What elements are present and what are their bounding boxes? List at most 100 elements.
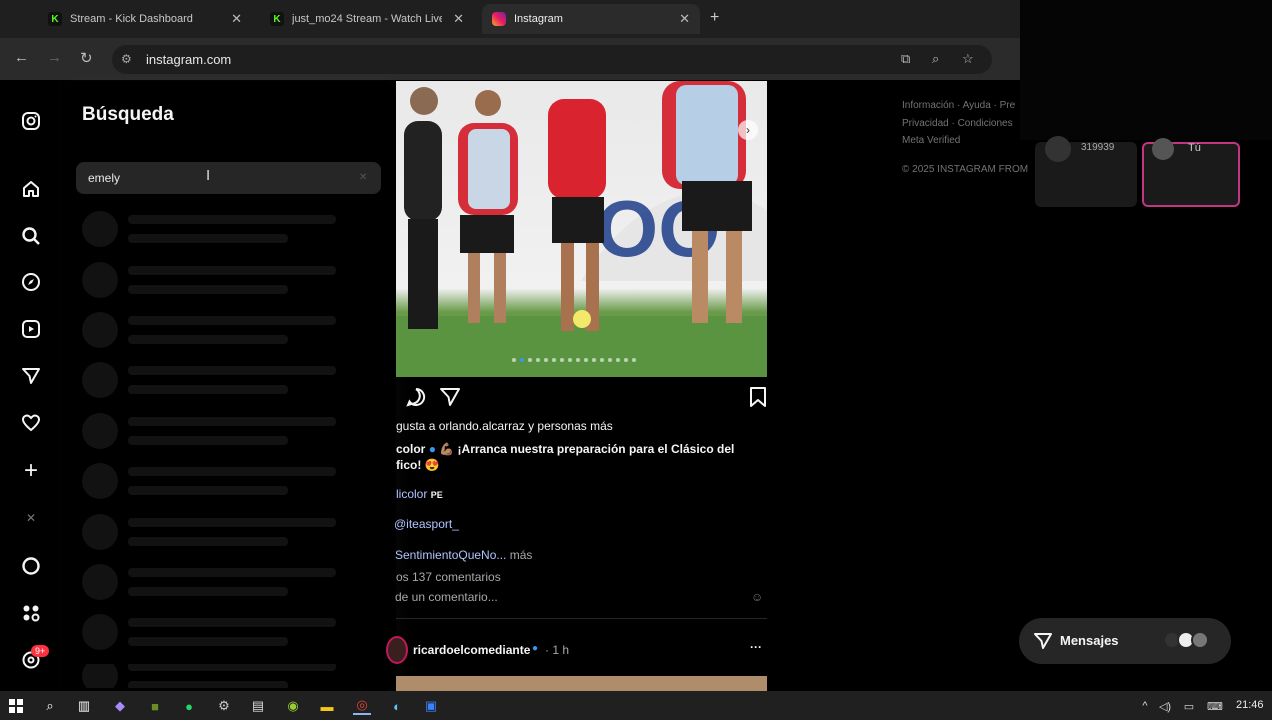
caption-username[interactable]: color	[396, 442, 425, 456]
search-result-skeleton	[82, 614, 336, 650]
tab-kick-dashboard[interactable]: K Stream - Kick Dashboard ✕	[38, 4, 252, 34]
kick-icon: K	[270, 12, 284, 26]
volume-icon[interactable]: ◁)	[1156, 697, 1174, 715]
instagram-icon	[492, 12, 506, 26]
network-icon[interactable]: ▭	[1180, 697, 1198, 715]
more-apps-icon[interactable]	[20, 602, 42, 624]
forward-icon[interactable]: →	[47, 49, 62, 66]
threads-icon[interactable]	[20, 555, 42, 577]
whatsapp-icon[interactable]: ●	[180, 697, 198, 715]
post-photo-players: OO	[396, 81, 767, 377]
reels-icon[interactable]	[20, 318, 42, 340]
kick-icon: K	[48, 12, 62, 26]
post-divider	[396, 618, 767, 619]
search-result-skeleton	[82, 211, 336, 247]
taskbar-clock[interactable]: 21:46	[1236, 699, 1264, 711]
tab-title: just_mo24 Stream - Watch Live	[292, 13, 442, 25]
comment-icon[interactable]	[405, 386, 427, 413]
search-result-skeleton	[82, 564, 336, 600]
keyboard-icon[interactable]: ⌨	[1206, 697, 1224, 715]
task-view-icon[interactable]: ▥	[75, 697, 93, 715]
share-icon[interactable]	[439, 386, 461, 413]
text-cursor-icon: I	[206, 167, 211, 184]
story-avatar	[1045, 136, 1071, 162]
search-input[interactable]	[76, 162, 381, 194]
search-icon[interactable]	[20, 225, 42, 247]
footer-links-3[interactable]: Meta Verified	[902, 135, 960, 146]
mention-suffix: PE	[430, 490, 443, 500]
notification-badge: 9+	[31, 645, 50, 657]
install-app-icon[interactable]: ⧉	[901, 51, 910, 67]
emoji-icon[interactable]: ☺	[751, 590, 763, 604]
post-avatar[interactable]	[386, 636, 408, 664]
explore-icon[interactable]	[20, 271, 42, 293]
app-icon[interactable]: ◉	[284, 697, 302, 715]
tray-chevron-icon[interactable]: ^	[1136, 697, 1154, 715]
caption-mention-line: licolor PE	[396, 487, 443, 501]
home-icon[interactable]	[20, 178, 42, 200]
search-panel-title: Búsqueda	[82, 104, 174, 125]
site-info-icon[interactable]: ⚙	[121, 52, 132, 66]
next-image-arrow-icon[interactable]: ›	[738, 120, 758, 140]
your-story-avatar	[1152, 138, 1174, 160]
post2-time: · 1 h	[545, 643, 570, 657]
more-link[interactable]: más	[510, 548, 533, 562]
hashtag-line: SentimientoQueNo... más	[395, 548, 532, 562]
file-explorer-icon[interactable]: ▬	[318, 697, 336, 715]
address-bar[interactable]	[112, 45, 992, 74]
zoom-icon[interactable]: ⌕	[932, 51, 939, 67]
steam-icon[interactable]: ◐	[388, 697, 406, 715]
terminal-icon[interactable]: ▤	[249, 697, 267, 715]
post-image[interactable]: OO	[396, 81, 767, 377]
bookmark-star-icon[interactable]: ☆	[962, 51, 974, 67]
post2-username[interactable]: ricardoelcomediante	[413, 643, 530, 657]
view-comments-link[interactable]: os 137 comentarios	[396, 570, 501, 584]
message-avatar	[1191, 631, 1209, 649]
post-options-icon[interactable]: ···	[750, 640, 762, 654]
mention-link-2[interactable]: @iteasport_	[394, 517, 459, 531]
instagram-logo-icon[interactable]	[20, 110, 42, 132]
search-result-skeleton	[82, 413, 336, 449]
likes-text[interactable]: gusta a orlando.alcarraz y personas más	[396, 419, 613, 433]
story-card[interactable]: 319939	[1035, 136, 1137, 207]
clear-search-icon[interactable]: ✕	[359, 172, 367, 183]
post-caption: color ● 💪🏽 ¡Arranca nuestra preparación …	[396, 441, 766, 473]
post2-image[interactable]	[396, 676, 767, 691]
direct-messages-icon[interactable]	[20, 365, 42, 387]
search-result-skeleton	[82, 362, 336, 398]
minecraft-icon[interactable]: ■	[146, 697, 164, 715]
back-icon[interactable]: ←	[14, 49, 29, 66]
mention-link[interactable]: licolor	[396, 487, 427, 501]
settings-gear-icon[interactable]: ⚙	[215, 697, 233, 715]
caption-text-continued: fico! 😍	[396, 458, 440, 472]
footer-links-1[interactable]: Información · Ayuda · Pre	[902, 100, 1015, 111]
search-result-skeleton	[82, 312, 336, 348]
profile-avatar-icon[interactable]: ✕	[20, 507, 42, 529]
tab-just-mo24-stream[interactable]: K just_mo24 Stream - Watch Live ✕	[260, 4, 474, 34]
your-story-card[interactable]: Tú	[1142, 138, 1240, 207]
chrome-icon[interactable]: ◎	[353, 697, 371, 715]
hashtag-link[interactable]: SentimientoQueNo...	[395, 548, 506, 562]
add-comment-input[interactable]: de un comentario...	[395, 590, 498, 604]
notifications-heart-icon[interactable]	[20, 412, 42, 434]
messages-pill[interactable]: Mensajes	[1019, 618, 1231, 664]
taskbar-search-icon[interactable]: ⌕	[41, 697, 59, 715]
tab-instagram[interactable]: Instagram ✕	[482, 4, 700, 34]
save-bookmark-icon[interactable]	[748, 386, 768, 413]
new-tab-icon[interactable]: +	[710, 9, 719, 27]
messages-label: Mensajes	[1060, 633, 1119, 648]
footer-copyright: © 2025 INSTAGRAM FROM	[902, 164, 1029, 175]
footer-links-2[interactable]: Privacidad · Condiciones	[902, 118, 1013, 129]
search-result-skeleton	[82, 262, 336, 298]
close-tab-icon[interactable]: ✕	[679, 11, 690, 27]
create-plus-icon[interactable]: +	[20, 457, 42, 484]
app-icon-blue[interactable]: ▣	[422, 697, 440, 715]
search-result-skeleton	[82, 463, 336, 499]
close-tab-icon[interactable]: ✕	[453, 11, 464, 27]
webcam-overlay	[1020, 0, 1272, 140]
verified-badge-icon: ●	[428, 442, 436, 456]
windows-start-icon[interactable]	[7, 697, 25, 715]
reload-icon[interactable]: ↻	[80, 49, 93, 67]
close-tab-icon[interactable]: ✕	[231, 11, 242, 27]
game-launcher-icon[interactable]: ◆	[111, 697, 129, 715]
